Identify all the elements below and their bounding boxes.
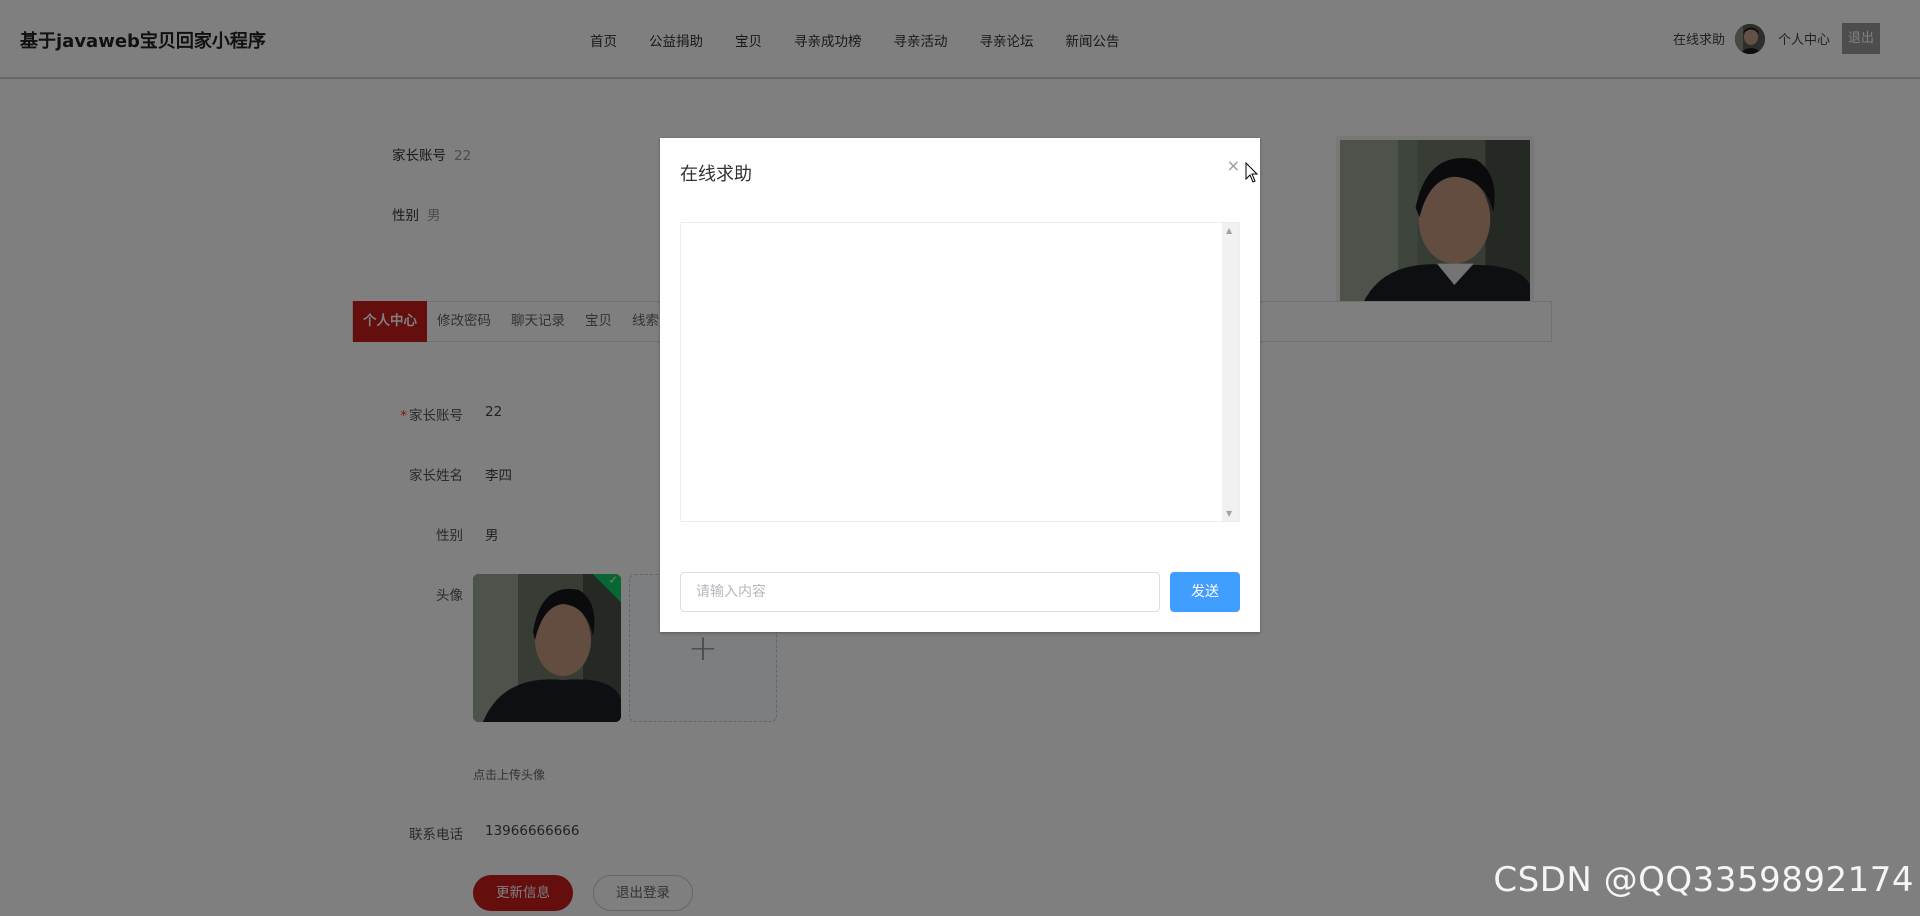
scroll-up-icon[interactable]: ▲	[1226, 226, 1232, 235]
chat-scrollbar[interactable]: ▲ ▼	[1222, 223, 1239, 521]
send-button[interactable]: 发送	[1170, 572, 1240, 612]
chat-messages-area[interactable]: ▲ ▼	[680, 222, 1240, 522]
chat-message-input[interactable]	[680, 572, 1160, 612]
scroll-down-icon[interactable]: ▼	[1226, 509, 1232, 518]
dialog-title: 在线求助	[680, 164, 752, 185]
watermark: CSDN @QQ3359892174	[1493, 860, 1914, 900]
close-icon[interactable]: ×	[1227, 156, 1240, 175]
mouse-cursor-icon	[1245, 162, 1259, 183]
online-help-dialog: 在线求助 × ▲ ▼ 发送	[660, 138, 1260, 632]
